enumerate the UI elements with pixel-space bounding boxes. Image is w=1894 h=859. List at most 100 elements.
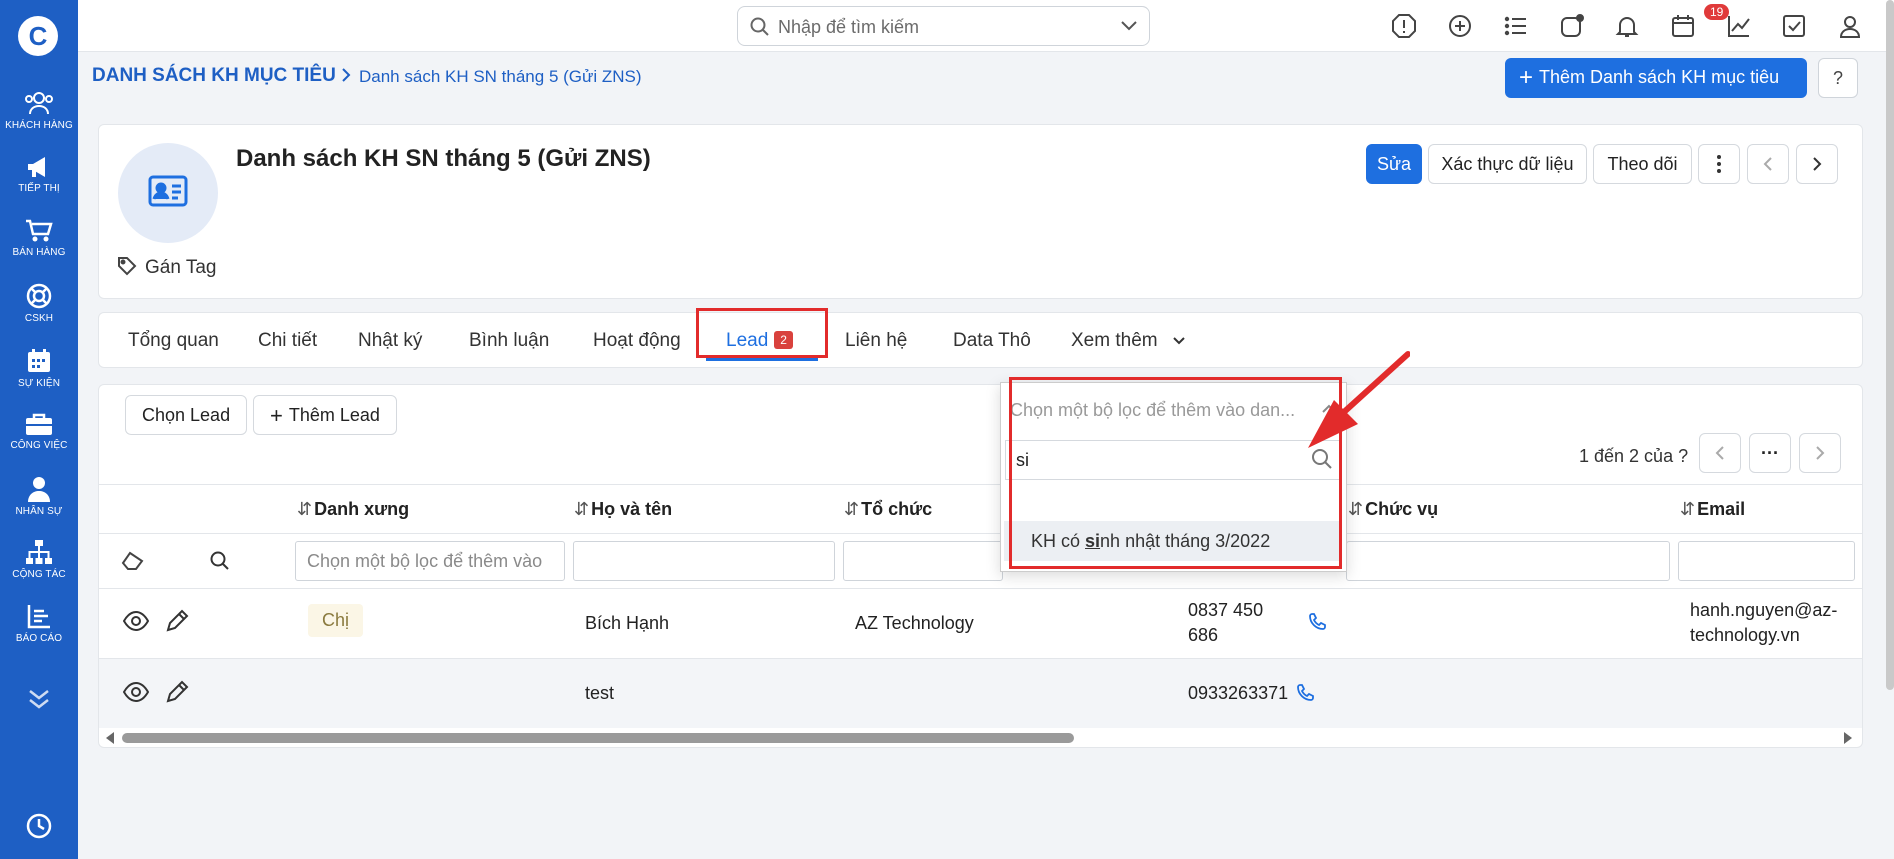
page-scrollbar[interactable] [1886,0,1894,690]
tab-activities[interactable]: Hoạt động [593,330,681,352]
sidebar-item-customers[interactable]: KHÁCH HÀNG [0,90,78,131]
filter-input-fullname[interactable] [573,541,835,581]
cell-phone-line-2: 686 [1188,625,1219,645]
table-row [99,588,1862,658]
megaphone-icon [28,157,45,177]
tab-more-label: Xem thêm [1071,330,1158,351]
tag-icon [118,257,137,276]
filter-input-organization[interactable] [843,541,1003,581]
sidebar-item-label: TIẾP THỊ [18,183,60,194]
filter-input-title[interactable] [295,541,565,581]
sidebar-item-cskh[interactable]: CSKH [0,283,78,324]
page-title: Danh sách KH SN tháng 5 (Gửi ZNS) [236,145,651,172]
top-bar: 19 [78,0,1894,52]
verify-data-button[interactable]: Xác thực dữ liệu [1428,144,1587,184]
previous-record-button[interactable] [1747,144,1789,184]
user-icon[interactable] [1837,13,1863,39]
add-target-list-button[interactable]: + Thêm Danh sách KH mục tiêu [1505,58,1807,98]
checkbox-icon[interactable] [1781,13,1807,39]
eraser-icon[interactable] [121,550,145,572]
scrollbar-thumb[interactable] [122,733,1074,743]
chevron-down-icon[interactable] [1121,20,1137,32]
assign-tag[interactable]: Gán Tag [117,256,216,279]
sidebar-item-collab[interactable]: CỘNG TÁC [0,539,78,580]
follow-button[interactable]: Theo dõi [1593,144,1692,184]
annotation-box-dropdown [1009,377,1342,569]
next-record-button[interactable] [1796,144,1838,184]
column-header-email[interactable]: ⇵ Email [1680,499,1745,520]
search-input[interactable] [778,15,1108,39]
bell-icon[interactable] [1614,13,1640,39]
filter-input-position[interactable] [1346,541,1670,581]
phone-icon[interactable] [1308,613,1326,631]
tab-log[interactable]: Nhật ký [358,330,422,352]
help-button[interactable]: ? [1818,58,1858,98]
id-card-icon [148,175,188,207]
column-header-fullname[interactable]: ⇵ Họ và tên [574,499,672,520]
sidebar-item-label: BÁN HÀNG [12,247,66,258]
chevron-right-icon [342,68,351,82]
chevron-down-icon [1173,337,1185,345]
sidebar-item-reports[interactable]: BÁO CÁO [0,603,78,644]
eye-icon[interactable] [123,611,149,631]
chat-icon[interactable] [1559,13,1585,39]
chart-line-icon[interactable] [1726,13,1752,39]
tab-details[interactable]: Chi tiết [258,330,317,352]
cell-organization: AZ Technology [855,613,974,633]
column-header-position[interactable]: ⇵ Chức vụ [1348,499,1438,520]
sidebar-item-label: NHÂN SỰ [15,506,63,517]
choose-lead-button[interactable]: Chọn Lead [125,395,248,435]
next-page-button[interactable] [1799,433,1841,473]
sidebar-item-label: CÔNG VIỆC [10,440,68,451]
filter-input-email[interactable] [1678,541,1855,581]
sort-icon: ⇵ [844,499,860,519]
tab-more[interactable]: Xem thêm [1071,330,1185,352]
assign-tag-label: Gán Tag [145,257,217,278]
history-button[interactable] [25,812,53,845]
breadcrumb-root[interactable]: DANH SÁCH KH MỤC TIÊU [92,65,336,87]
pagination-more-button[interactable]: ··· [1749,433,1791,473]
alert-icon[interactable] [1391,13,1417,39]
tab-comments[interactable]: Bình luận [469,330,549,352]
tab-raw-data[interactable]: Data Thô [953,330,1031,352]
pencil-icon[interactable] [165,609,189,633]
tab-overview[interactable]: Tổng quan [128,330,219,352]
tab-contacts[interactable]: Liên hệ [845,330,907,352]
app-logo[interactable]: C [18,16,58,56]
breadcrumb-current: Danh sách KH SN tháng 5 (Gửi ZNS) [359,67,642,86]
pagination-total: ? [1678,446,1689,466]
pencil-icon[interactable] [165,680,189,704]
table-row [99,658,1862,728]
add-target-list-label: Thêm Danh sách KH mục tiêu [1539,67,1780,87]
global-search[interactable] [737,6,1150,46]
column-header-organization[interactable]: ⇵ Tổ chức [844,499,932,520]
sidebar-item-marketing[interactable]: TIẾP THỊ [0,155,78,194]
more-actions-button[interactable] [1698,144,1740,184]
sidebar-expand[interactable] [26,688,52,715]
sort-icon: ⇵ [297,499,313,519]
sidebar-item-label: CỘNG TÁC [12,569,66,580]
list-icon[interactable] [1503,13,1529,39]
column-email-label: Email [1697,499,1746,519]
cell-phone: 0933263371 [1188,683,1289,703]
lifebuoy-icon [26,283,52,309]
column-title-label: Danh xưng [314,499,410,519]
avatar [118,143,218,243]
sidebar-item-hr[interactable]: NHÂN SỰ [0,476,78,517]
eye-icon[interactable] [123,682,149,702]
calendar-icon[interactable] [1670,13,1696,39]
plus-icon: + [270,403,283,428]
previous-page-button[interactable] [1699,433,1741,473]
sidebar-item-tasks[interactable]: CÔNG VIỆC [0,412,78,451]
edit-button[interactable]: Sửa [1366,144,1422,184]
column-header-title[interactable]: ⇵ Danh xưng [297,499,409,520]
pagination-range: 1 đến 2 của [1579,446,1674,466]
sidebar-item-sales[interactable]: BÁN HÀNG [0,219,78,258]
add-circle-icon[interactable] [1447,13,1473,39]
phone-icon[interactable] [1296,684,1314,702]
add-lead-button[interactable]: + Thêm Lead [253,395,397,435]
cell-email-line-2: technology.vn [1690,625,1800,645]
sidebar-item-events[interactable]: SỰ KIỆN [0,348,78,389]
search-icon[interactable] [210,551,230,571]
add-lead-label: Thêm Lead [288,405,380,425]
